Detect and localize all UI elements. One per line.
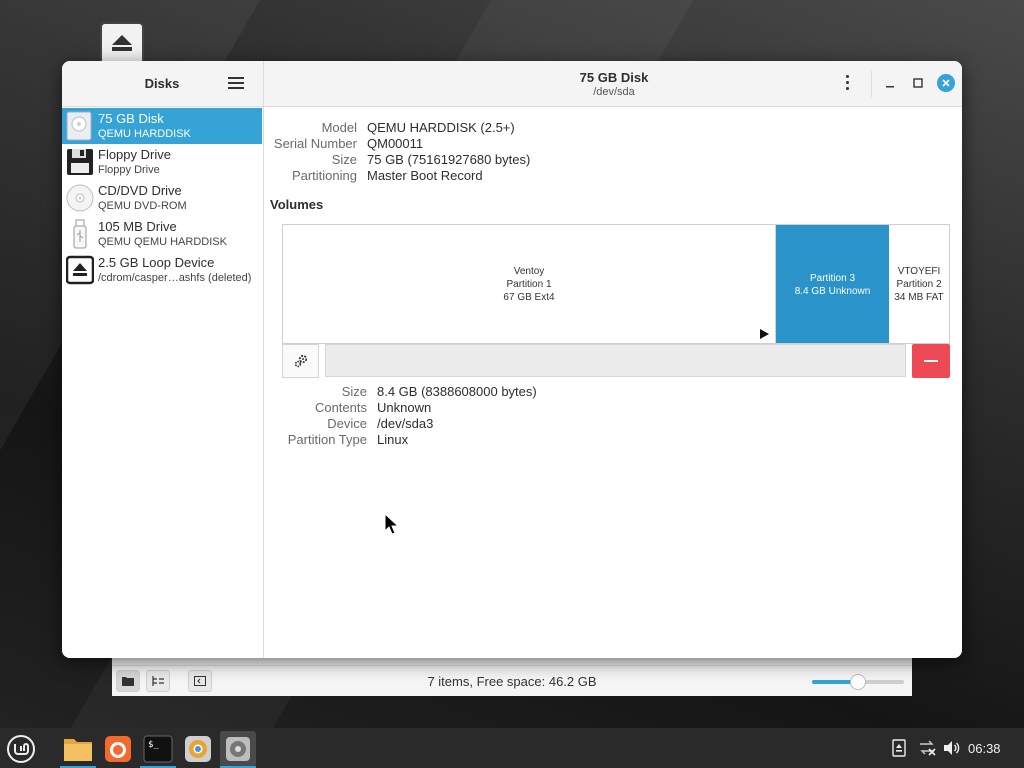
toolbar-spacer [325,344,906,377]
minimize-button[interactable] [881,74,899,92]
play-arrow-icon [760,329,769,339]
close-icon [942,79,950,87]
partition-vtoyefi[interactable]: VTOYEFI Partition 2 34 MB FAT [889,225,949,343]
partition-size: 67 GB Ext4 [503,292,555,303]
svg-text:$_: $_ [148,740,159,750]
partition-number: Partition 2 [896,279,942,290]
device-name: 105 MB Drive [98,219,177,234]
floppy-icon [67,149,93,175]
header-bar: 75 GB Disk /dev/sda [264,61,962,107]
volume-toolbar [282,344,950,378]
partition-label: Ventoy [513,266,545,277]
disk-device-path: /dev/sda [593,86,635,98]
file-manager-status-text: 7 items, Free space: 46.2 GB [427,674,597,689]
serial-label: Serial Number [273,136,357,151]
close-button[interactable] [937,74,955,92]
terminal-icon: $_ [143,735,173,763]
removable-media-tray-icon[interactable] [890,739,908,757]
gears-icon [294,354,307,368]
eject-icon [66,255,94,285]
device-item-cd-dvd-drive[interactable]: CD/DVD Drive QEMU DVD-ROM [62,180,262,216]
model-value: QEMU HARDDISK (2.5+) [367,120,515,135]
taskbar-files[interactable] [60,731,96,767]
device-name: 2.5 GB Loop Device [98,255,215,270]
contents-value: Unknown [377,400,432,415]
file-manager-statusbar: 7 items, Free space: 46.2 GB [112,665,912,696]
device-model: QEMU DVD-ROM [98,200,187,212]
partitioning-label: Partitioning [291,168,357,183]
volumes-graphic: Ventoy Partition 1 67 GB Ext4 Partition … [282,224,950,344]
chromium-icon [185,736,211,762]
main-pane: 75 GB Disk /dev/sda Model QEMU HARDDISK … [264,61,962,658]
contents-label: Contents [314,400,367,415]
part-size-label: Size [341,384,367,399]
device-model: Floppy Drive [98,164,160,176]
volume-icon[interactable] [942,739,960,757]
serial-value: QM00011 [367,136,424,151]
device-item-75gb-disk[interactable]: 75 GB Disk QEMU HARDDISK [62,108,262,144]
taskbar-disks[interactable] [220,731,256,767]
maximize-button[interactable] [909,74,927,92]
desktop-eject-icon[interactable] [100,22,144,66]
sidebar-header: Disks [62,61,263,107]
mouse-cursor-icon [384,513,400,535]
device-value: /dev/sda3 [377,416,434,431]
disk-title: 75 GB Disk [579,70,649,85]
hamburger-menu-icon[interactable] [228,75,244,91]
size-value: 75 GB (75161927680 bytes) [367,152,531,167]
size-label: Size [331,152,357,167]
partition-3[interactable]: Partition 3 8.4 GB Unknown [776,225,889,343]
kebab-menu-icon[interactable] [841,75,853,93]
partition-size: 8.4 GB Unknown [794,286,871,297]
taskbar-firefox[interactable] [100,731,136,767]
files-icon [64,739,92,761]
taskbar: $_ 06:38 [0,728,1024,768]
taskbar-chromium[interactable] [180,731,216,767]
device-list: 75 GB Disk QEMU HARDDISK Floppy Drive Fl… [62,108,262,288]
part-size-value: 8.4 GB (8388608000 bytes) [377,384,537,399]
device-item-loop-device[interactable]: 2.5 GB Loop Device /cdrom/casper…ashfs (… [62,252,262,288]
usb-drive-icon [73,219,87,249]
zoom-slider[interactable] [812,674,904,690]
optical-disc-icon [66,184,94,212]
partitioning-value: Master Boot Record [367,168,483,183]
partition-number: Partition 3 [809,273,856,284]
mint-logo-icon [7,735,35,763]
sidebar: Disks 75 GB Disk QEMU HARDDISK Floppy Dr… [62,61,264,658]
device-model: /cdrom/casper…ashfs (deleted) [98,272,252,284]
model-label: Model [321,120,357,135]
start-menu-button[interactable] [3,731,39,767]
partition-options-button[interactable] [282,344,319,378]
partition-label: VTOYEFI [897,266,941,277]
partition-number: Partition 1 [506,279,552,290]
device-label: Device [327,416,367,431]
minus-icon [924,360,938,362]
device-name: CD/DVD Drive [98,183,182,198]
delete-partition-button[interactable] [912,344,950,378]
device-model: QEMU QEMU HARDDISK [98,236,227,248]
disks-icon [226,737,250,761]
partition-ventoy[interactable]: Ventoy Partition 1 67 GB Ext4 [283,225,776,343]
header-separator [871,71,872,97]
hard-disk-icon [66,111,92,141]
partition-size: 34 MB FAT [894,292,944,303]
partition-type-label: Partition Type [287,432,367,447]
device-item-floppy-drive[interactable]: Floppy Drive Floppy Drive [62,144,262,180]
clock[interactable]: 06:38 [968,741,1001,756]
zoom-slider-knob[interactable] [850,674,866,690]
minimize-icon [886,86,894,88]
device-name: Floppy Drive [98,147,171,162]
device-name: 75 GB Disk [98,111,164,126]
network-disconnected-icon[interactable] [918,739,936,757]
partition-type-value: Linux [377,432,409,447]
maximize-icon [913,78,923,88]
volumes-heading: Volumes [270,197,324,212]
device-item-105mb-drive[interactable]: 105 MB Drive QEMU QEMU HARDDISK [62,216,262,252]
device-model: QEMU HARDDISK [98,128,191,140]
taskbar-terminal[interactable]: $_ [140,731,176,767]
disks-window: Disks 75 GB Disk QEMU HARDDISK Floppy Dr… [62,61,962,658]
firefox-icon [105,736,131,762]
